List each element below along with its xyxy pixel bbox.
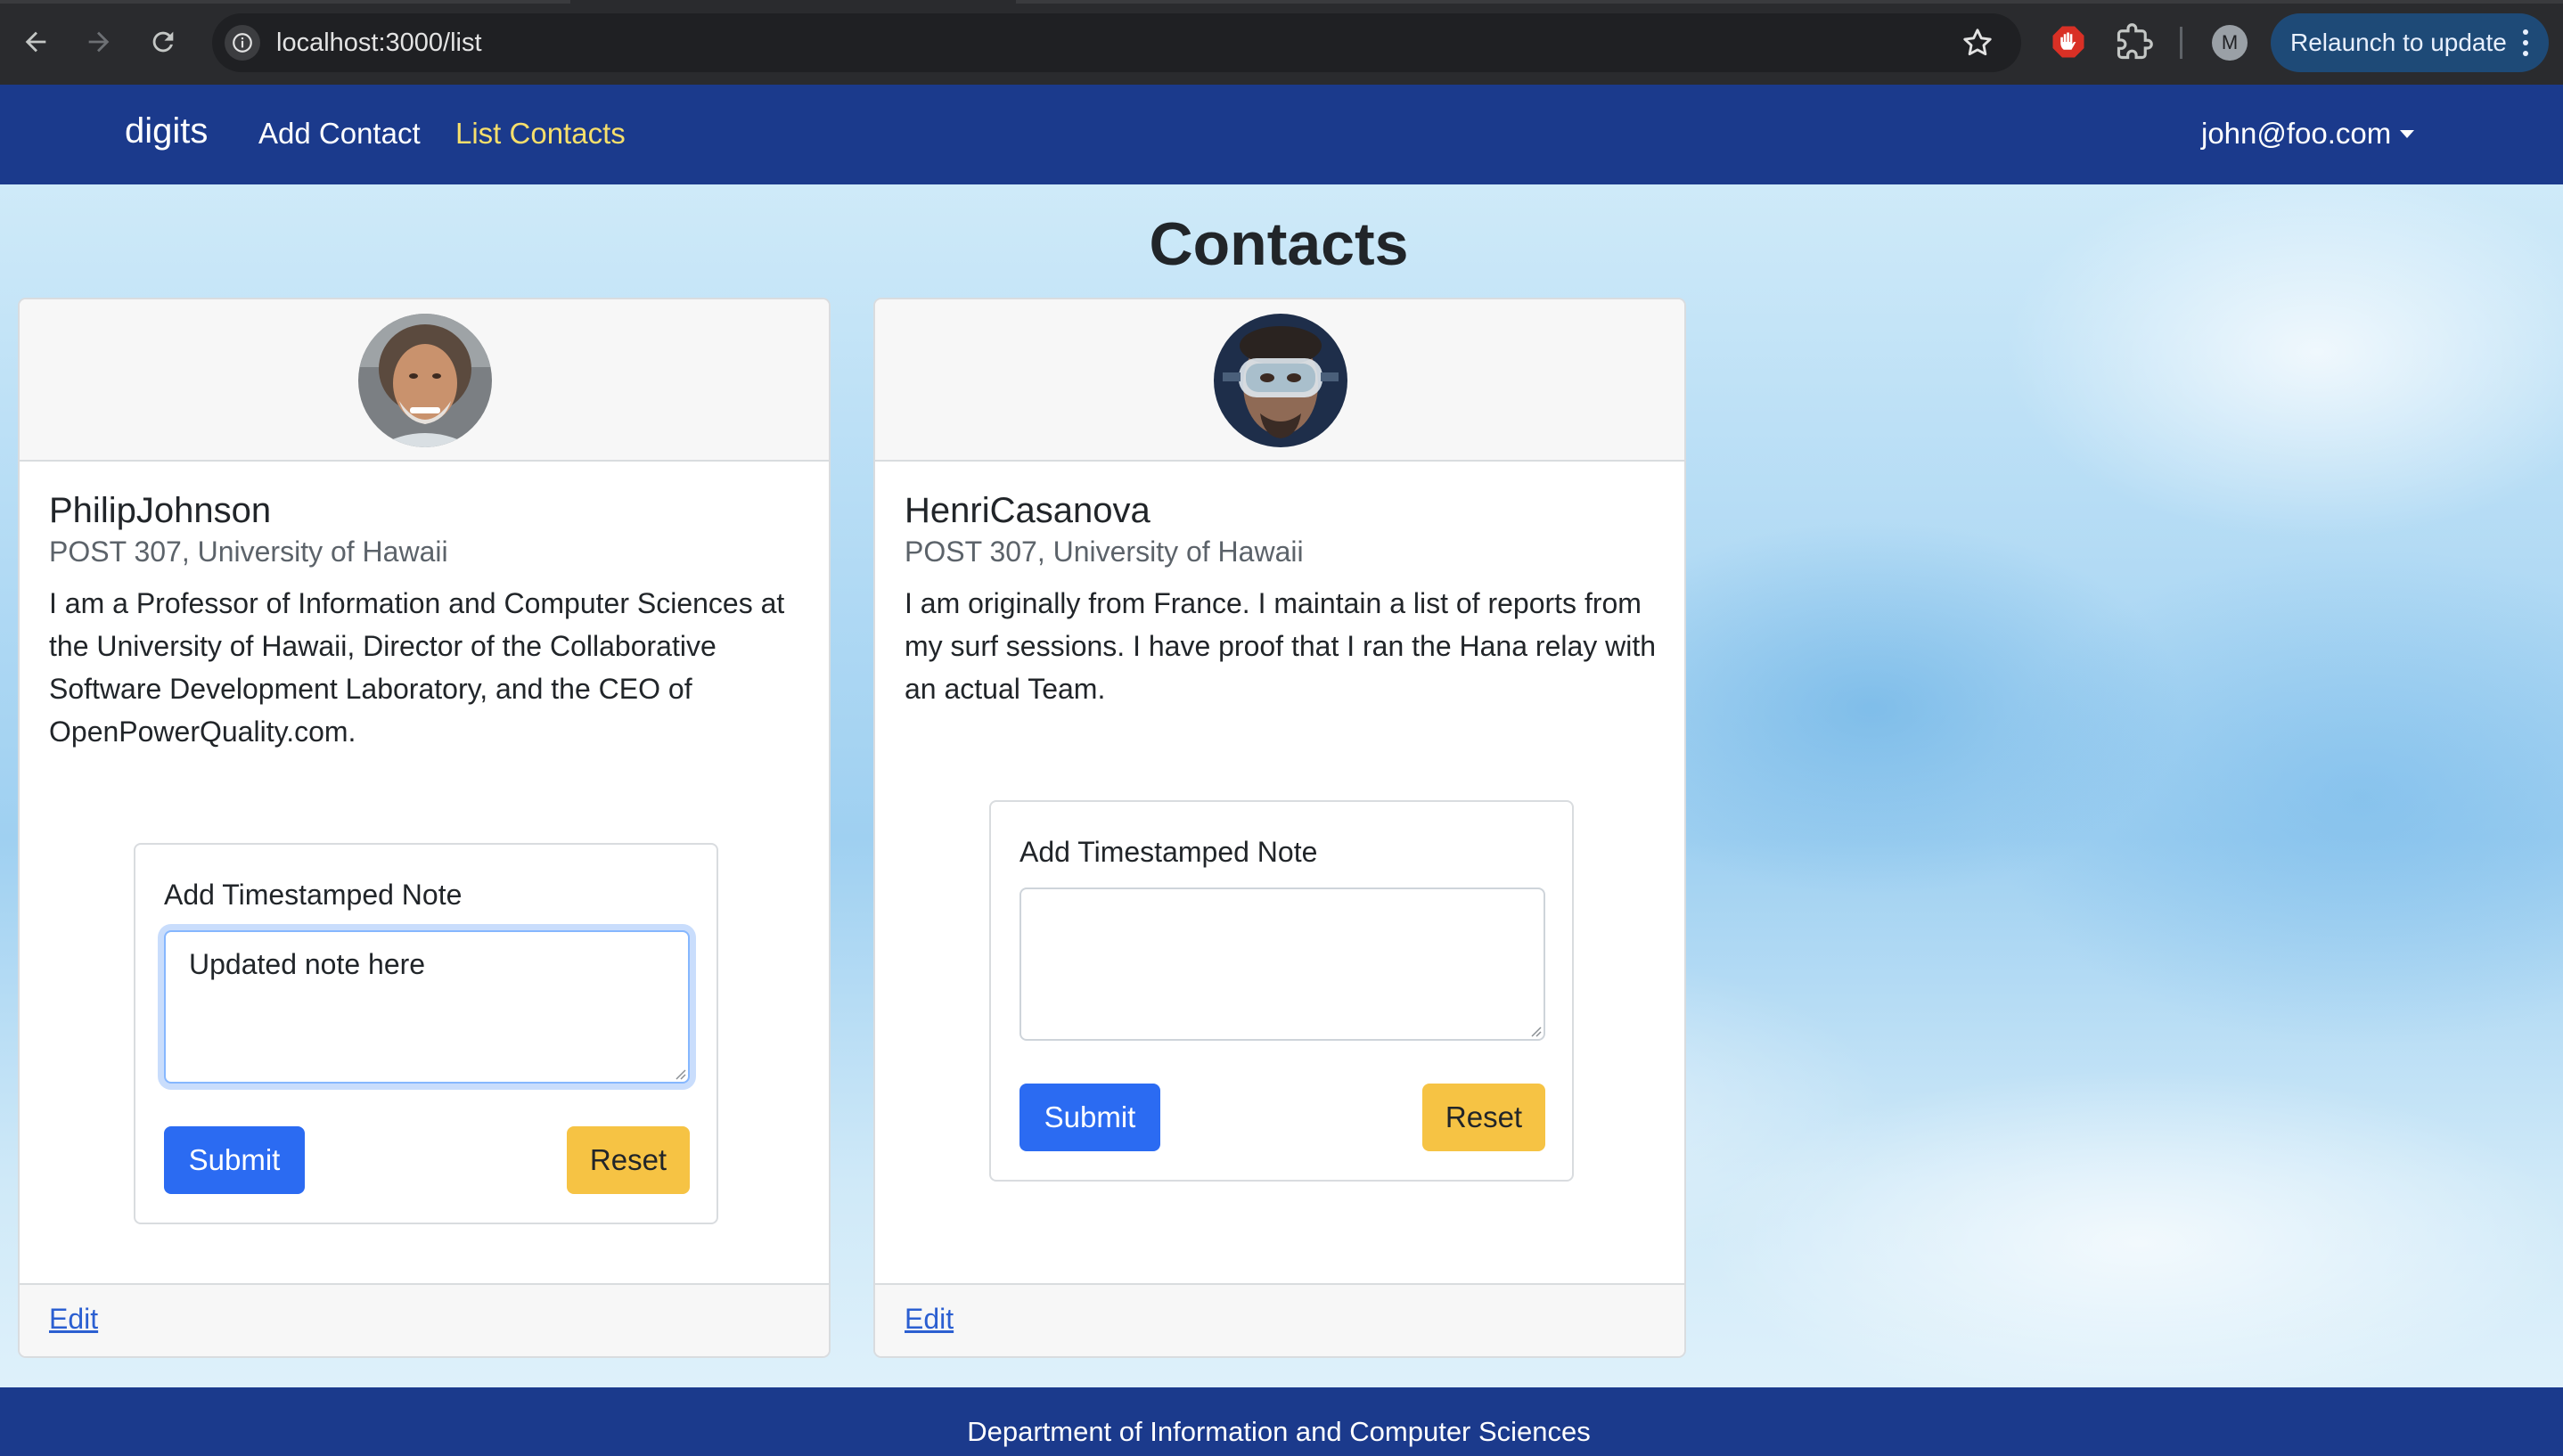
back-button[interactable] (15, 21, 56, 62)
contact-card: HenriCasanova POST 307, University of Ha… (873, 298, 1686, 1358)
contact-photo-philip (358, 314, 492, 447)
edit-link[interactable]: Edit (905, 1303, 954, 1336)
app-navbar: digits Add Contact List Contacts john@fo… (0, 85, 2563, 184)
note-textarea[interactable]: Updated note here (164, 930, 690, 1084)
contact-card: PhilipJohnson POST 307, University of Ha… (18, 298, 831, 1358)
card-footer: Edit (875, 1283, 1684, 1356)
submit-button[interactable]: Submit (164, 1126, 305, 1194)
contact-description: I am originally from France. I maintain … (905, 587, 1657, 705)
active-tab[interactable] (570, 0, 1016, 4)
more-menu-icon[interactable] (2522, 29, 2529, 56)
forward-arrow-icon (88, 31, 110, 53)
address-bar[interactable]: localhost:3000/list (212, 13, 2021, 72)
note-textarea[interactable] (1019, 888, 1545, 1041)
relaunch-button[interactable]: Relaunch to update (2271, 13, 2549, 72)
page-footer: Department of Information and Computer S… (0, 1387, 2563, 1456)
tab-strip (0, 0, 2563, 4)
adblock-extension-icon[interactable] (2050, 23, 2087, 61)
reset-button[interactable]: Reset (567, 1126, 690, 1194)
reload-button[interactable] (143, 21, 184, 62)
submit-button[interactable]: Submit (1019, 1084, 1160, 1151)
contact-description: I am a Professor of Information and Comp… (49, 587, 785, 748)
url-text[interactable]: localhost:3000/list (276, 29, 482, 58)
card-header (20, 299, 829, 462)
toolbar-divider (2180, 27, 2182, 59)
back-arrow-icon (25, 31, 46, 53)
contact-name: HenriCasanova (905, 491, 1150, 530)
forward-button[interactable] (78, 21, 119, 62)
nav-list-contacts[interactable]: List Contacts (455, 117, 626, 151)
page-viewport: digits Add Contact List Contacts john@fo… (0, 85, 2563, 1456)
edit-link[interactable]: Edit (49, 1303, 98, 1336)
site-info-icon[interactable] (225, 25, 260, 61)
contact-address: POST 307, University of Hawaii (905, 536, 1304, 568)
brand-link[interactable]: digits (125, 111, 208, 151)
user-dropdown[interactable]: john@foo.com (2201, 117, 2415, 151)
caret-down-icon (2400, 129, 2415, 138)
relaunch-label: Relaunch to update (2290, 29, 2507, 56)
extensions-puzzle-icon[interactable] (2116, 23, 2153, 61)
profile-avatar[interactable]: M (2212, 25, 2248, 61)
card-header (875, 299, 1684, 462)
contact-photo-henri (1214, 314, 1347, 447)
user-email: john@foo.com (2201, 117, 2392, 150)
note-form: Add Timestamped Note Updated note here S… (134, 843, 718, 1224)
nav-add-contact[interactable]: Add Contact (258, 117, 421, 151)
browser-toolbar: localhost:3000/list M Relaunch to update (0, 0, 2563, 85)
note-label: Add Timestamped Note (1019, 836, 1318, 868)
contact-name: PhilipJohnson (49, 491, 272, 530)
footer-text: Department of Information and Computer S… (967, 1416, 1591, 1447)
resize-grip-icon[interactable] (672, 1066, 686, 1080)
resize-grip-icon[interactable] (1527, 1023, 1542, 1037)
page-title: Contacts (1149, 210, 1409, 278)
contact-address: POST 307, University of Hawaii (49, 536, 448, 568)
card-footer: Edit (20, 1283, 829, 1356)
note-form: Add Timestamped Note Submit Reset (989, 800, 1574, 1182)
reload-icon (152, 31, 174, 53)
note-label: Add Timestamped Note (164, 879, 463, 911)
bookmark-star-icon[interactable] (1961, 26, 1994, 60)
reset-button[interactable]: Reset (1422, 1084, 1545, 1151)
